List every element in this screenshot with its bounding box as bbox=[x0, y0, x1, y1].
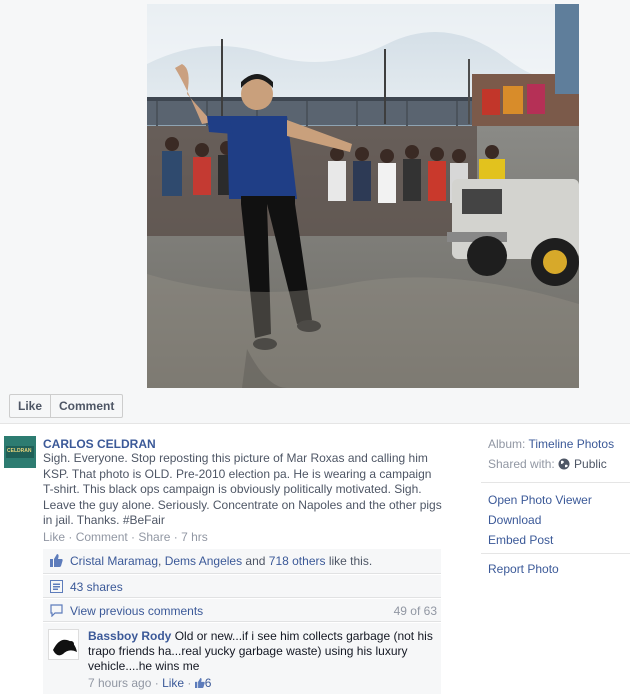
commenter-name[interactable]: Bassboy Rody bbox=[88, 629, 171, 643]
report-photo-link[interactable]: Report Photo bbox=[488, 562, 559, 576]
post-actions: Like · Comment · Share · 7 hrs bbox=[43, 530, 208, 544]
comment-count: 49 of 63 bbox=[393, 604, 437, 618]
post-like-link[interactable]: Like bbox=[43, 530, 65, 544]
commenter-avatar-image bbox=[49, 630, 78, 659]
comment-meta: 7 hours ago · Like · 6 bbox=[88, 676, 211, 690]
author-avatar[interactable]: CELDRAN bbox=[4, 436, 36, 468]
open-photo-viewer-label[interactable]: Open Photo Viewer bbox=[488, 493, 592, 507]
download-link[interactable]: Download bbox=[488, 513, 541, 527]
view-previous-comments-link[interactable]: View previous comments bbox=[70, 604, 203, 618]
photo-like-button[interactable]: Like bbox=[9, 394, 52, 418]
post-caption: Sigh. Everyone. Stop reposting this pict… bbox=[43, 451, 442, 527]
embed-post-label[interactable]: Embed Post bbox=[488, 533, 553, 547]
comment-item: Bassboy Rody Old or new...if i see him c… bbox=[43, 623, 441, 694]
likes-suffix: like this. bbox=[325, 554, 373, 568]
globe-icon bbox=[558, 458, 570, 470]
shared-with-label: Shared with: bbox=[488, 457, 559, 471]
commenter-avatar[interactable] bbox=[48, 629, 79, 660]
separator: and bbox=[242, 554, 269, 568]
report-photo-label[interactable]: Report Photo bbox=[488, 562, 559, 576]
likes-row: Cristal Maramag, Dems Angeles and 718 ot… bbox=[43, 549, 441, 574]
separator: · bbox=[184, 676, 195, 690]
photo-comment-button[interactable]: Comment bbox=[51, 394, 124, 418]
likes-others-link[interactable]: 718 others bbox=[269, 554, 326, 568]
post-author-name[interactable]: CARLOS CELDRAN bbox=[43, 437, 156, 451]
separator: , bbox=[158, 554, 165, 568]
sidebar-divider bbox=[481, 482, 630, 483]
shares-link[interactable]: 43 shares bbox=[70, 580, 123, 594]
separator: · bbox=[127, 530, 139, 544]
prev-comments-wrap: View previous comments bbox=[70, 604, 203, 618]
privacy-info: Shared with: Public bbox=[488, 457, 607, 471]
likes-summary: Cristal Maramag, Dems Angeles and 718 ot… bbox=[70, 554, 372, 568]
open-photo-viewer-link[interactable]: Open Photo Viewer bbox=[488, 493, 592, 507]
photo-actions: Like Comment bbox=[9, 394, 124, 418]
sidebar-divider bbox=[481, 553, 630, 554]
post-share-link[interactable]: Share bbox=[138, 530, 170, 544]
shares-count[interactable]: 43 shares bbox=[70, 580, 123, 594]
photo-stage: Like Comment bbox=[0, 0, 630, 424]
thumbs-up-icon bbox=[50, 554, 63, 567]
comment-bubble-icon bbox=[50, 604, 63, 617]
comment-timestamp[interactable]: 7 hours ago bbox=[88, 676, 151, 690]
liker-name-2[interactable]: Dems Angeles bbox=[165, 554, 242, 568]
embed-post-link[interactable]: Embed Post bbox=[488, 533, 553, 547]
comment-like-link[interactable]: Like bbox=[162, 676, 184, 690]
shares-row: 43 shares bbox=[43, 575, 441, 598]
separator: · bbox=[65, 530, 76, 544]
share-icon bbox=[50, 580, 63, 593]
separator: · bbox=[170, 530, 182, 544]
comment-like-count[interactable]: 6 bbox=[205, 676, 212, 690]
liker-name-1[interactable]: Cristal Maramag bbox=[70, 554, 158, 568]
thumbs-up-icon bbox=[194, 678, 205, 688]
shared-with-value[interactable]: Public bbox=[574, 457, 607, 471]
avatar-label: CELDRAN bbox=[7, 448, 32, 454]
post-timestamp[interactable]: 7 hrs bbox=[181, 530, 208, 544]
post-comment-link[interactable]: Comment bbox=[76, 530, 128, 544]
comment-body: Bassboy Rody Old or new...if i see him c… bbox=[88, 629, 433, 674]
album-link[interactable]: Timeline Photos bbox=[528, 437, 614, 451]
photo-image bbox=[147, 4, 579, 388]
album-info: Album: Timeline Photos bbox=[488, 437, 614, 451]
separator: · bbox=[151, 676, 163, 690]
previous-comments-row: View previous comments 49 of 63 bbox=[43, 599, 441, 622]
album-label: Album: bbox=[488, 437, 529, 451]
post-photo[interactable] bbox=[147, 4, 579, 388]
download-label[interactable]: Download bbox=[488, 513, 541, 527]
